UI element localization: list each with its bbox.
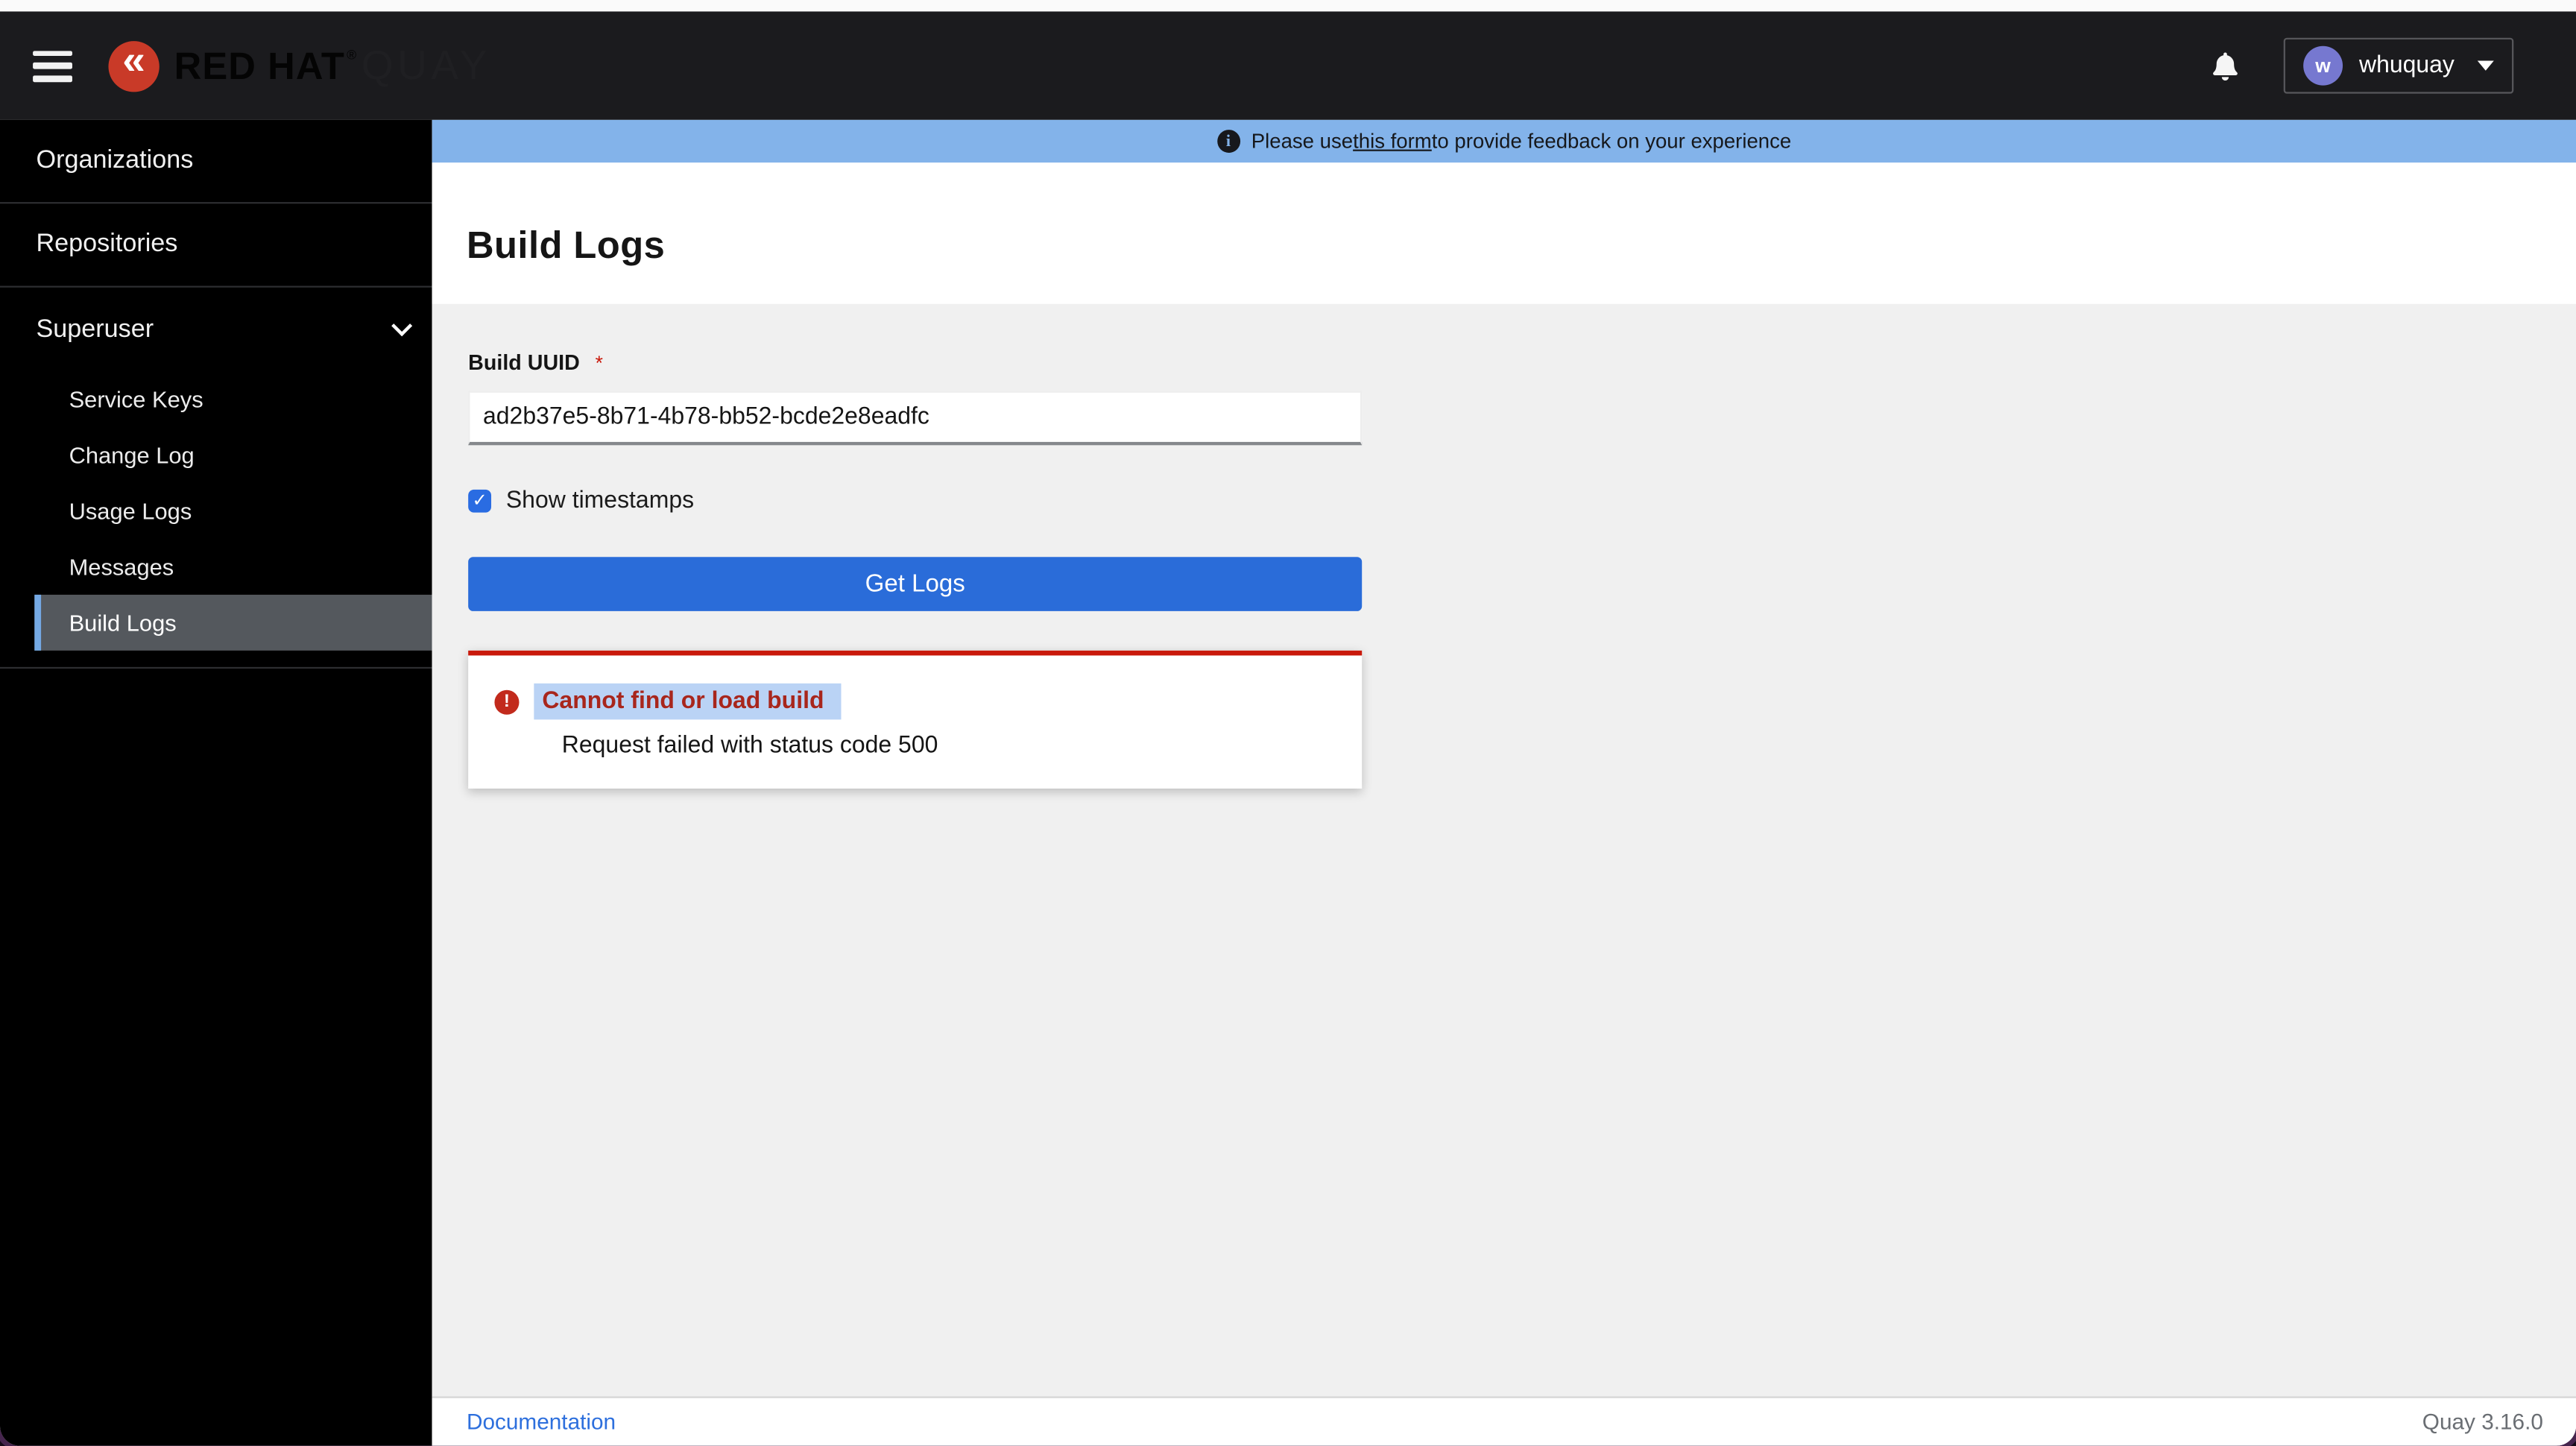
build-logs-form: Build UUID * ✓ Show timestamps Get Logs [468, 348, 1363, 789]
feedback-banner: i Please use this form to provide feedba… [432, 119, 2576, 163]
error-alert-header: ! Cannot find or load build [494, 683, 1335, 720]
sidebar-item-label: Organizations [36, 146, 194, 174]
redhat-logo-icon: « [108, 40, 160, 92]
page-header: Build Logs [432, 162, 2576, 304]
sidebar-item-label: Messages [69, 553, 174, 581]
sidebar-item-messages[interactable]: Messages [0, 539, 432, 595]
user-menu-button[interactable]: w whuquay [2283, 37, 2514, 94]
sidebar-item-label: Usage Logs [69, 497, 192, 525]
brand-redhat-text: RED HAT [174, 43, 345, 86]
hamburger-icon [33, 50, 72, 56]
notifications-bell-button[interactable] [2212, 51, 2239, 80]
superuser-subnav: Service Keys Change Log Usage Logs Messa… [0, 371, 432, 669]
sidebar-item-service-keys[interactable]: Service Keys [0, 371, 432, 427]
masthead: « RED HAT ® QUAY w whuquay [0, 11, 2576, 120]
sidebar-item-label: Service Keys [69, 385, 203, 413]
version-label: Quay 3.16.0 [2422, 1409, 2543, 1435]
sidebar-item-usage-logs[interactable]: Usage Logs [0, 483, 432, 539]
quay-logo[interactable]: « RED HAT ® QUAY [108, 40, 491, 92]
field-label-row: Build UUID * [468, 348, 1362, 378]
feedback-form-link[interactable]: this form [1353, 130, 1432, 153]
quay-app-window: « RED HAT ® QUAY w whuquay Organizations… [0, 0, 2576, 1446]
sidebar-item-label: Change Log [69, 441, 195, 469]
sidebar-item-superuser[interactable]: Superuser [0, 288, 432, 371]
show-timestamps-label: Show timestamps [505, 487, 695, 514]
main-area: i Please use this form to provide feedba… [432, 119, 2576, 1446]
top-strip [0, 0, 2576, 12]
menu-toggle-button[interactable] [33, 50, 72, 82]
error-alert-title: Cannot find or load build [534, 683, 841, 720]
hamburger-icon [33, 63, 72, 69]
hamburger-icon [33, 75, 72, 82]
error-alert-message: Request failed with status code 500 [561, 733, 938, 760]
sidebar-item-repositories[interactable]: Repositories [0, 203, 432, 288]
sidebar-item-organizations[interactable]: Organizations [0, 120, 432, 204]
checkmark-icon: ✓ [472, 490, 487, 511]
body-row: Organizations Repositories Superuser Ser… [0, 119, 2576, 1446]
masthead-right: w whuquay [2212, 37, 2514, 94]
get-logs-button[interactable]: Get Logs [468, 557, 1363, 611]
sidebar-nav: Organizations Repositories Superuser Ser… [0, 119, 432, 1446]
required-asterisk: * [595, 351, 603, 375]
brand-quay-text: QUAY [361, 42, 491, 88]
chevron-down-icon [391, 315, 413, 337]
documentation-link[interactable]: Documentation [467, 1409, 616, 1434]
sidebar-item-label: Superuser [36, 315, 154, 343]
page-title: Build Logs [466, 223, 666, 267]
banner-text-prefix: Please use [1251, 130, 1354, 153]
build-uuid-input[interactable] [468, 391, 1363, 446]
avatar: w [2303, 45, 2343, 86]
exclamation-circle-icon: ! [494, 689, 520, 714]
caret-down-icon [2477, 60, 2494, 71]
show-timestamps-row: ✓ Show timestamps [468, 488, 1362, 514]
footer: Documentation Quay 3.16.0 [432, 1396, 2576, 1446]
sidebar-item-change-log[interactable]: Change Log [0, 427, 432, 483]
user-name: whuquay [2358, 52, 2455, 79]
banner-text-suffix: to provide feedback on your experience [1431, 130, 1792, 153]
app-viewport: « RED HAT ® QUAY w whuquay Organizations… [0, 0, 2576, 1446]
content-area: Build UUID * ✓ Show timestamps Get Logs [432, 303, 2576, 1397]
registered-mark: ® [347, 46, 357, 62]
build-uuid-label: Build UUID [468, 350, 580, 375]
sidebar-item-label: Repositories [36, 230, 178, 259]
sidebar-item-label: Build Logs [69, 609, 177, 636]
info-icon: i [1216, 130, 1240, 153]
sidebar-item-build-logs[interactable]: Build Logs [34, 594, 432, 651]
bell-icon [2212, 51, 2238, 80]
error-alert: ! Cannot find or load build Request fail… [468, 650, 1363, 789]
show-timestamps-checkbox[interactable]: ✓ [468, 489, 492, 513]
